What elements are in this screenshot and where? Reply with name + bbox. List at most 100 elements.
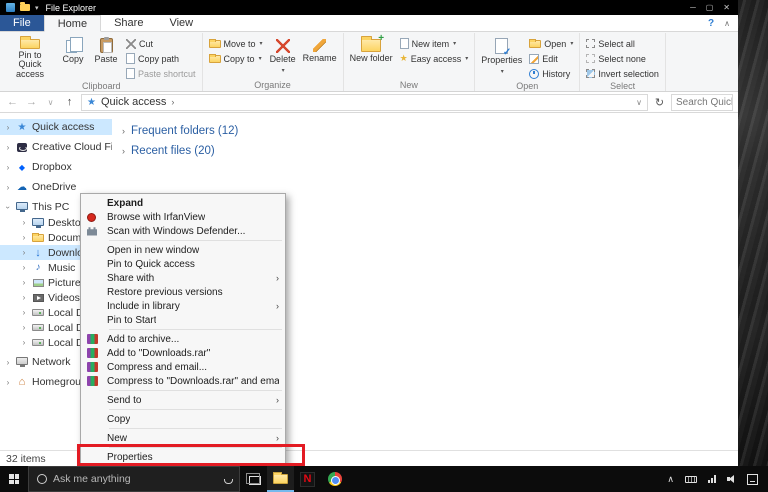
recent-locations-button[interactable]: ∨ [43,98,58,107]
breadcrumb[interactable]: Quick access [101,96,166,108]
expand-chevron-icon[interactable]: › [20,233,28,242]
maximize-button[interactable]: ▢ [706,3,714,12]
select-none-icon [586,54,595,63]
sidebar-item-quick-access[interactable]: › ★ Quick access [0,119,112,135]
taskbar-chrome-button[interactable] [321,466,348,492]
sidebar-item-dropbox[interactable]: › ◆ Dropbox [0,159,112,175]
expand-chevron-icon[interactable]: › [122,126,125,136]
expand-chevron-icon[interactable]: › [20,308,28,317]
new-item-button[interactable]: New item ▾ [397,37,472,50]
paste-button[interactable]: Paste [90,33,122,79]
refresh-button[interactable]: ↻ [652,96,667,109]
touch-keyboard-icon[interactable] [685,476,697,483]
properties-button[interactable]: Properties ▾ [478,33,525,79]
tab-file[interactable]: File [0,15,44,31]
menu-item-compress-to-downloads-rar-and-email[interactable]: Compress to "Downloads.rar" and email [81,374,285,388]
menu-item-copy[interactable]: Copy [81,412,285,426]
select-all-button[interactable]: Select all [583,37,662,50]
menu-item-compress-and-email[interactable]: Compress and email... [81,360,285,374]
tab-share[interactable]: Share [101,15,156,31]
expand-chevron-icon[interactable]: › [122,146,125,156]
button-label: History [542,69,570,79]
menu-item-pin-to-start[interactable]: Pin to Start [81,313,285,327]
expand-chevron-icon[interactable]: › [20,263,28,272]
taskbar-netflix-button[interactable]: N [294,466,321,492]
menu-item-add-to-downloads-rar[interactable]: Add to "Downloads.rar" [81,346,285,360]
help-icon[interactable]: ? [708,18,714,29]
address-dropdown-icon[interactable]: ∨ [636,98,642,107]
breadcrumb-chevron-icon[interactable]: › [171,97,174,107]
microphone-icon[interactable] [224,474,231,484]
expand-chevron-icon[interactable]: › [4,163,12,172]
expand-chevron-icon[interactable]: › [4,123,12,132]
volume-icon[interactable] [727,474,736,484]
expand-chevron-icon[interactable]: › [4,378,12,387]
back-button[interactable]: ← [5,96,20,108]
pin-to-quick-access-button[interactable]: Pin to Quick access [4,33,56,79]
tab-home[interactable]: Home [44,15,101,32]
delete-button[interactable]: Delete ▾ [267,33,299,79]
menu-item-label: Add to archive... [107,334,179,345]
paste-shortcut-button[interactable]: Paste shortcut [123,67,199,80]
quick-access-star-icon: ★ [18,122,27,133]
address-box[interactable]: ★ Quick access › ∨ [81,94,648,111]
minimize-ribbon-icon[interactable]: ∧ [724,19,730,28]
menu-item-include-in-library[interactable]: Include in library › [81,299,285,313]
expand-chevron-icon[interactable]: › [4,143,12,152]
expand-chevron-icon[interactable]: › [4,358,12,367]
action-center-icon[interactable] [747,474,758,485]
tab-view[interactable]: View [156,15,206,31]
start-button[interactable] [0,466,28,492]
menu-item-pin-to-quick-access[interactable]: Pin to Quick access [81,257,285,271]
collapse-chevron-icon[interactable]: › [4,203,13,211]
edit-button[interactable]: Edit [526,52,576,65]
forward-button[interactable]: → [24,96,39,108]
menu-item-new[interactable]: New › [81,431,285,445]
menu-item-send-to[interactable]: Send to › [81,393,285,407]
easy-access-button[interactable]: ★ Easy access ▾ [397,52,472,65]
ribbon-group-open: Properties ▾ Open ▾ Edit Histo [475,33,580,91]
expand-chevron-icon[interactable]: › [20,293,28,302]
menu-item-browse-with-irfanview[interactable]: Browse with IrfanView [81,210,285,224]
group-frequent-folders[interactable]: › Frequent folders (12) [122,121,738,141]
menu-item-restore-previous-versions[interactable]: Restore previous versions [81,285,285,299]
qat-customize-button[interactable]: ▾ [35,4,39,12]
copy-button[interactable]: Copy [57,33,89,79]
rename-button[interactable]: Rename [300,33,340,79]
expand-chevron-icon[interactable]: › [20,218,28,227]
close-button[interactable]: ✕ [723,3,730,12]
copy-path-button[interactable]: Copy path [123,52,199,65]
history-button[interactable]: History [526,67,576,80]
taskbar-file-explorer-button[interactable] [267,466,294,492]
up-button[interactable]: ↑ [62,96,77,108]
menu-item-share-with[interactable]: Share with › [81,271,285,285]
menu-item-add-to-archive[interactable]: Add to archive... [81,332,285,346]
sidebar-item-creative-cloud-files[interactable]: › Creative Cloud Files [0,139,112,155]
open-button[interactable]: Open ▾ [526,37,576,50]
move-to-button[interactable]: Move to ▾ [206,37,266,50]
task-view-button[interactable] [240,466,267,492]
new-folder-button[interactable]: New folder [347,33,396,79]
copy-to-button[interactable]: Copy to ▾ [206,52,266,65]
taskbar-search-input[interactable]: Ask me anything [28,466,240,492]
expand-chevron-icon[interactable]: › [4,183,12,192]
copy-to-icon [209,55,221,63]
show-hidden-icons-button[interactable]: ∧ [667,474,674,485]
expand-chevron-icon[interactable]: › [20,338,28,347]
group-recent-files[interactable]: › Recent files (20) [122,141,738,161]
expand-chevron-icon[interactable]: › [20,248,28,257]
winrar-icon [87,376,98,386]
quick-access-toolbar-folder-icon[interactable] [20,4,30,11]
search-input[interactable]: Search Quick access [671,94,733,111]
expand-chevron-icon[interactable]: › [20,278,28,287]
network-icon[interactable] [708,475,716,483]
minimize-button[interactable]: ─ [690,3,696,12]
cut-button[interactable]: Cut [123,37,199,50]
expand-chevron-icon[interactable]: › [20,323,28,332]
dropdown-caret-icon: ▾ [501,68,504,78]
invert-selection-button[interactable]: Invert selection [583,67,662,80]
select-none-button[interactable]: Select none [583,52,662,65]
menu-item-open-in-new-window[interactable]: Open in new window [81,243,285,257]
menu-item-expand[interactable]: Expand [81,196,285,210]
menu-item-scan-with-windows-defender[interactable]: Scan with Windows Defender... [81,224,285,238]
